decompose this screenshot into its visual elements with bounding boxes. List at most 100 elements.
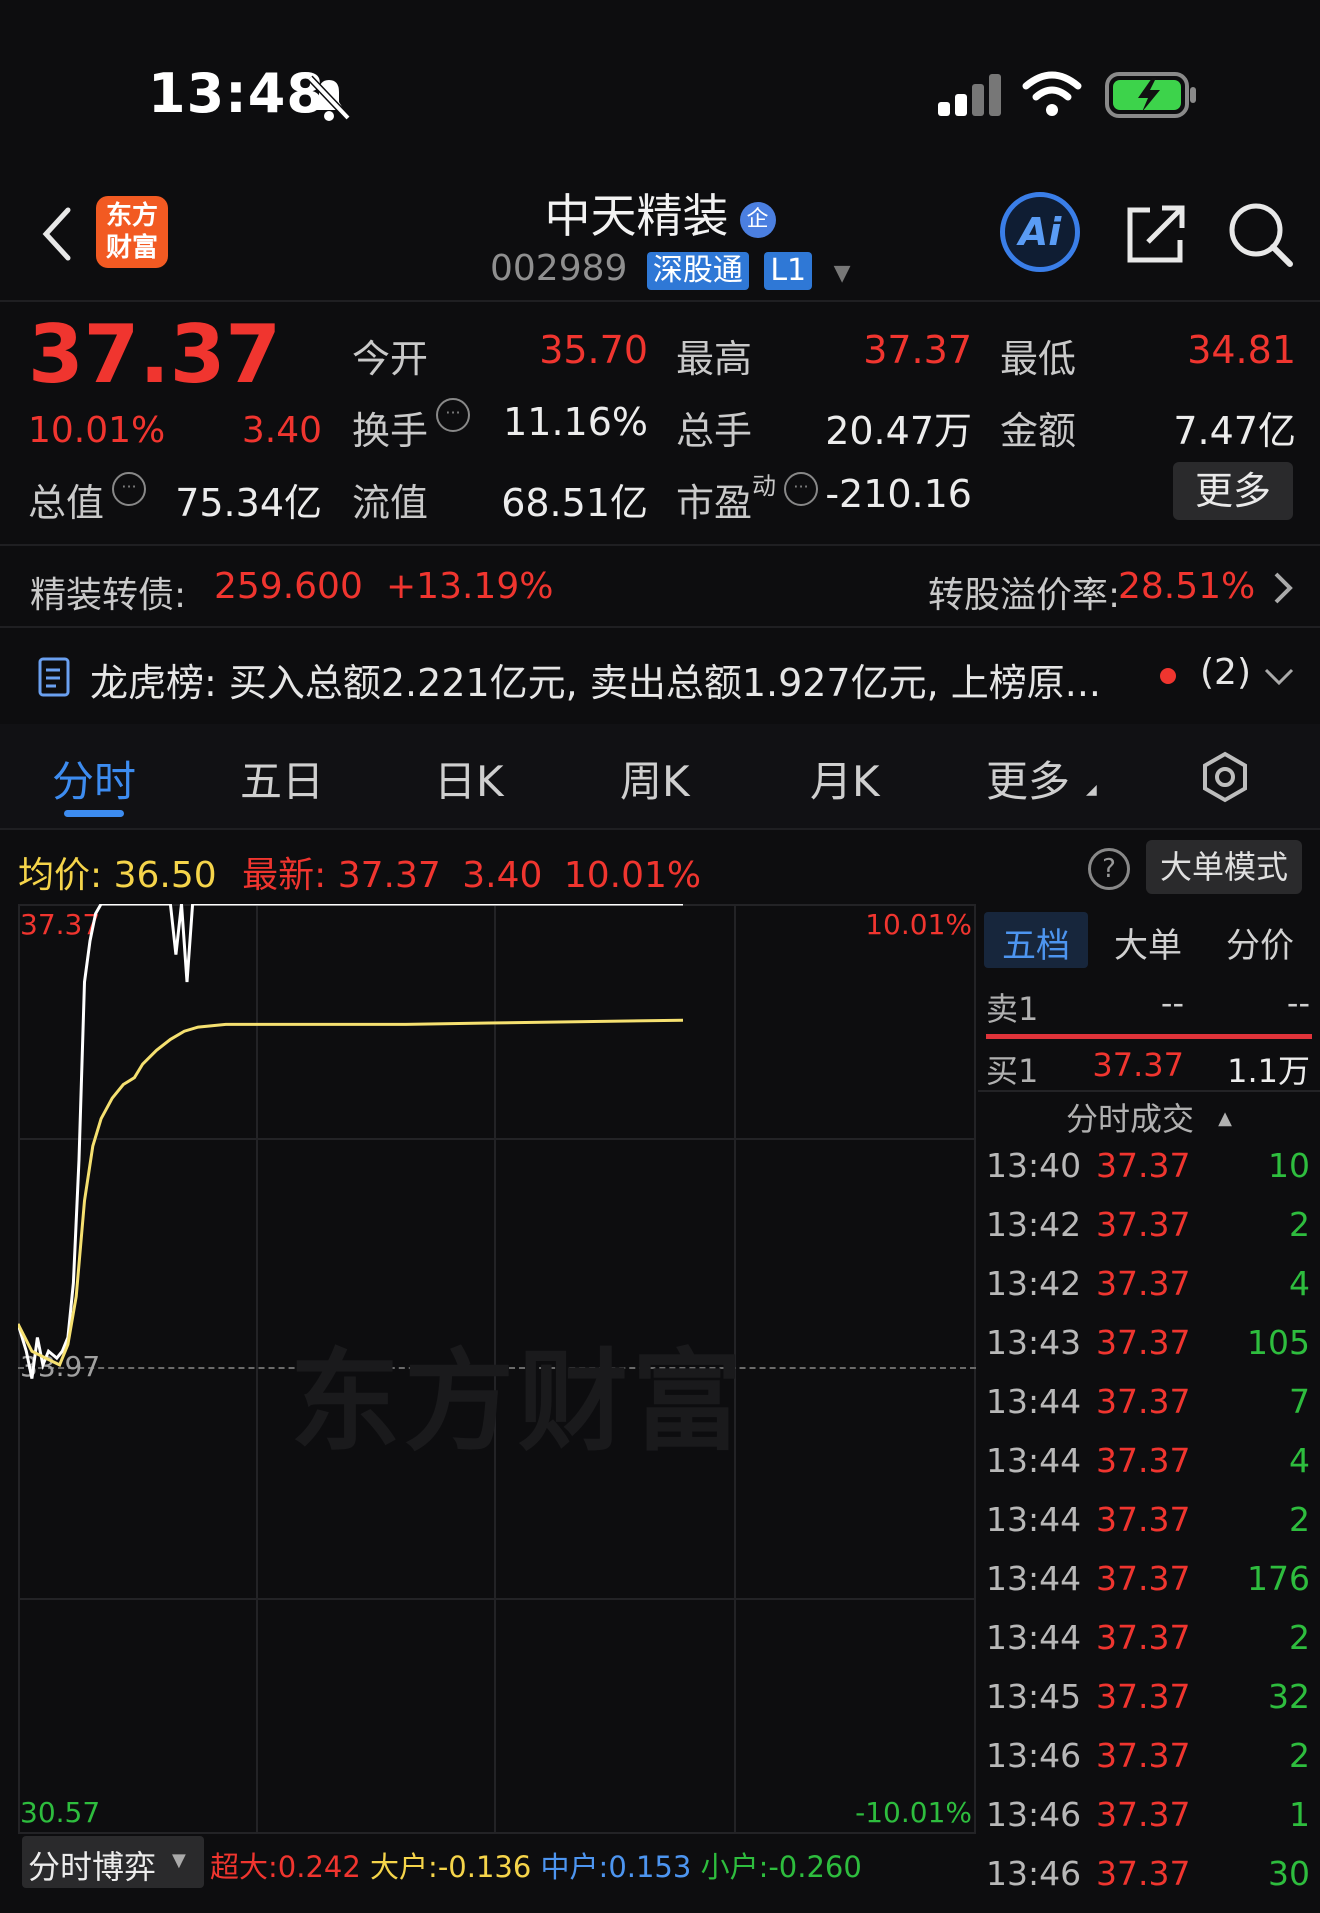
- tick-price: 37.37: [1096, 1441, 1191, 1480]
- info-dots-icon[interactable]: ···: [112, 472, 146, 506]
- premium-value: 28.51%: [1118, 566, 1256, 607]
- buy1-label: 买1: [986, 1052, 1039, 1090]
- battery-icon: [1105, 72, 1196, 118]
- tick-price: 37.37: [1096, 1736, 1191, 1775]
- sell1-label: 卖1: [986, 990, 1039, 1028]
- orderbook-tab-price[interactable]: 分价: [1210, 918, 1310, 967]
- tab-more[interactable]: 更多: [986, 748, 1070, 809]
- info-dots-icon[interactable]: ···: [436, 398, 470, 432]
- volume-label: 总手: [676, 409, 753, 453]
- tab-intraday[interactable]: 分时: [52, 748, 136, 809]
- sell1-price: --: [1160, 984, 1184, 1022]
- tick-row: 13:44 37.37 176: [984, 1559, 1314, 1618]
- unread-dot: [1160, 668, 1176, 684]
- capital-flow: 超大:0.242 大户:-0.136 中户:0.153 小户:-0.260: [210, 1844, 862, 1886]
- tick-row: 13:40 37.37 10: [984, 1146, 1314, 1205]
- tick-price: 37.37: [1096, 1677, 1191, 1716]
- tick-volume: 2: [1289, 1205, 1310, 1244]
- tick-price: 37.37: [1096, 1500, 1191, 1539]
- tick-time: 13:46: [986, 1854, 1082, 1893]
- tick-volume: 30: [1268, 1854, 1310, 1893]
- bond-price: 259.600: [214, 566, 363, 607]
- more-button[interactable]: 更多: [1173, 462, 1293, 520]
- latest-pct: 10.01%: [563, 855, 702, 896]
- change-pct: 10.01%: [28, 410, 166, 451]
- buy1-price: 37.37: [1092, 1046, 1184, 1084]
- tick-row: 13:44 37.37 4: [984, 1441, 1314, 1500]
- enterprise-badge: 企: [739, 202, 776, 238]
- orderbook-tab-level5[interactable]: 五档: [984, 918, 1088, 967]
- tick-time: 13:42: [986, 1205, 1082, 1244]
- latest-change: 3.40: [462, 855, 543, 896]
- tab-indicator: [64, 810, 124, 817]
- wifi-icon: [1022, 71, 1082, 116]
- current-price: 37.37: [28, 308, 282, 401]
- tick-row: 13:43 37.37 105: [984, 1323, 1314, 1382]
- bond-label: 精装转债:: [30, 575, 187, 616]
- chevron-down-icon[interactable]: [1262, 664, 1296, 690]
- low-label: 最低: [1000, 337, 1077, 381]
- tab-month-k[interactable]: 月K: [810, 748, 880, 809]
- game-button[interactable]: 分时博弈 ▼: [22, 1836, 204, 1888]
- orderbook-tab-bigorder[interactable]: 大单: [1100, 918, 1196, 967]
- high-value: 37.37: [863, 328, 972, 372]
- chart-info-line: 均价: 36.50 最新: 37.37 3.40 10.01%: [18, 846, 701, 898]
- tick-volume: 4: [1289, 1441, 1310, 1480]
- bond-change: +13.19%: [386, 566, 554, 607]
- super-value: 0.242: [277, 1850, 361, 1884]
- level-tag: L1: [764, 252, 813, 290]
- avg-price-line: [18, 1018, 684, 1367]
- tick-price: 37.37: [1096, 1618, 1191, 1657]
- stock-code: 002989: [490, 248, 628, 289]
- buy1-volume: 1.1万: [1227, 1052, 1310, 1090]
- share-icon[interactable]: [1124, 202, 1188, 266]
- stock-title-wrap[interactable]: 中天精装 企: [0, 180, 1320, 246]
- ticks-header[interactable]: 分时成交 ▲: [978, 1094, 1320, 1140]
- low-value: 34.81: [1187, 328, 1296, 372]
- tick-row: 13:44 37.37 2: [984, 1500, 1314, 1559]
- amount-label: 金额: [1000, 409, 1077, 453]
- tick-volume: 176: [1247, 1559, 1310, 1598]
- mktcap-value: 75.34亿: [175, 481, 322, 525]
- avg-label: 均价:: [18, 855, 103, 896]
- info-dots-icon[interactable]: ···: [784, 472, 818, 506]
- ai-button[interactable]: Ai: [1000, 192, 1080, 272]
- status-time: 13:48: [148, 62, 325, 125]
- hk-connect-tag: 深股通: [646, 252, 749, 290]
- tick-volume: 105: [1247, 1323, 1310, 1362]
- tab-week-k[interactable]: 周K: [620, 748, 690, 809]
- chevron-right-icon[interactable]: [1268, 568, 1298, 608]
- stock-code-row[interactable]: 002989 深股通 L1 ▼: [490, 248, 851, 290]
- tick-time: 13:44: [986, 1559, 1082, 1598]
- spread-divider: [986, 1034, 1312, 1039]
- turnover-value: 11.16%: [503, 400, 648, 444]
- open-label: 今开: [352, 337, 429, 381]
- game-button-label: 分时博弈: [28, 1848, 157, 1886]
- tick-volume: 32: [1268, 1677, 1310, 1716]
- latest-value: 37.37: [337, 855, 441, 896]
- tick-price: 37.37: [1096, 1146, 1191, 1185]
- latest-label: 最新:: [242, 855, 327, 896]
- help-icon[interactable]: ?: [1088, 848, 1130, 890]
- tick-time: 13:44: [986, 1500, 1082, 1539]
- big-order-mode-button[interactable]: 大单模式: [1146, 840, 1302, 894]
- premium-label: 转股溢价率:: [928, 575, 1121, 616]
- longhu-notice[interactable]: 龙虎榜: 买入总额2.221亿元, 卖出总额1.927亿元, 上榜原...: [90, 652, 1140, 707]
- tick-volume: 7: [1289, 1382, 1310, 1421]
- amount-value: 7.47亿: [1173, 409, 1296, 453]
- tick-price: 37.37: [1096, 1795, 1191, 1834]
- bell-mute-icon: [307, 75, 351, 121]
- caret-down-icon: ▼: [833, 261, 851, 286]
- volume-value: 20.47万: [825, 409, 972, 453]
- tick-time: 13:46: [986, 1795, 1082, 1834]
- settings-gear-icon[interactable]: [1198, 750, 1252, 804]
- tab-day-k[interactable]: 日K: [434, 748, 504, 809]
- tab-five-day[interactable]: 五日: [240, 748, 324, 809]
- tick-row: 13:45 37.37 32: [984, 1677, 1314, 1736]
- signal-icon: [938, 74, 1001, 116]
- search-icon[interactable]: [1226, 200, 1296, 270]
- tick-price: 37.37: [1096, 1264, 1191, 1303]
- pe-label: 市盈: [676, 481, 753, 525]
- stock-name: 中天精装: [544, 189, 729, 243]
- tick-volume: 4: [1289, 1264, 1310, 1303]
